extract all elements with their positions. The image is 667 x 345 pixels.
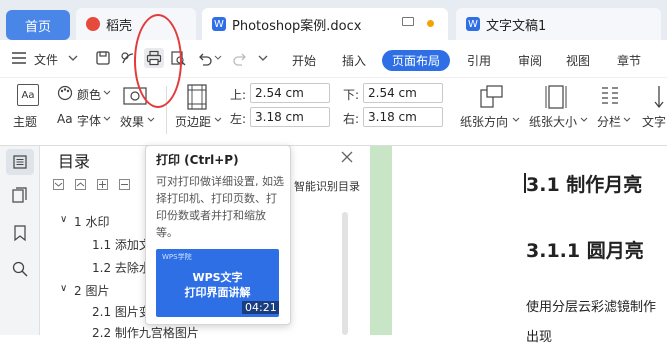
margins-icon[interactable] <box>186 84 208 110</box>
chevron-down-icon[interactable] <box>68 54 78 62</box>
writer-doc-icon: W <box>466 17 480 31</box>
paper-size-icon[interactable] <box>545 84 567 110</box>
smart-toc-label[interactable]: 智能识别目录 <box>280 178 360 194</box>
toc-scrollbar[interactable] <box>342 212 348 335</box>
effects-label[interactable]: 效果 <box>120 113 144 130</box>
palette-icon[interactable] <box>57 85 73 101</box>
color-dropdown-icon[interactable] <box>103 90 111 96</box>
columns-icon[interactable] <box>599 84 621 110</box>
tooltip-description: 可对打印做详细设置, 如选择打印机、打印页数、打印份数或者并打和缩放等。 <box>156 175 284 239</box>
save-icon[interactable] <box>95 50 111 66</box>
toc-item-nine-grid[interactable]: 2.2 制作九宫格图片 <box>92 324 199 341</box>
undo-dropdown-icon[interactable] <box>214 54 222 62</box>
margin-bottom-label: 下: <box>343 88 360 102</box>
margin-right-label: 右: <box>343 112 360 126</box>
tab-other-doc[interactable]: W 文字文稿1 <box>456 8 661 40</box>
margin-bottom-input[interactable]: 2.54 cm <box>363 83 443 103</box>
body-text-line[interactable]: 出现 <box>526 326 552 345</box>
menu-item-review[interactable]: 审阅 <box>518 52 542 69</box>
video-duration: 04:21 <box>242 301 279 314</box>
daoke-logo-icon <box>86 17 100 31</box>
add-toc-item-icon[interactable] <box>97 179 108 190</box>
tab-home-label: 首页 <box>24 19 51 35</box>
tab-active-doc[interactable]: W Photoshop案例.docx <box>202 8 448 40</box>
margin-right-input[interactable]: 3.18 cm <box>363 107 443 127</box>
bookmark-icon[interactable] <box>12 225 28 241</box>
orientation-icon[interactable] <box>478 84 504 110</box>
toc-item-add-text[interactable]: 1.1 添加文 <box>92 236 151 253</box>
theme-label[interactable]: 主题 <box>13 113 37 130</box>
paper-size-dropdown-icon[interactable] <box>580 117 588 123</box>
writer-doc-icon: W <box>212 17 226 31</box>
menu-item-references[interactable]: 引用 <box>467 52 491 69</box>
margin-top-label: 上: <box>230 88 247 102</box>
menu-item-start[interactable]: 开始 <box>292 52 316 69</box>
tab-bar: 首页 稻壳 W Photoshop案例.docx W 文字文稿1 <box>0 0 667 40</box>
tooltip-title: 打印 (Ctrl+P) <box>156 153 239 167</box>
toc-item-images[interactable]: 2 图片 <box>74 282 109 299</box>
text-direction-icon[interactable] <box>652 84 666 110</box>
menu-item-chapter[interactable]: 章节 <box>617 52 641 69</box>
margin-top-input[interactable]: 2.54 cm <box>250 83 330 103</box>
toc-title: 目录 <box>58 152 91 171</box>
text-direction-label[interactable]: 文字 <box>642 113 666 130</box>
redo-icon[interactable] <box>232 50 248 66</box>
columns-dropdown-icon[interactable] <box>623 117 631 123</box>
collapse-all-icon[interactable] <box>53 179 64 190</box>
toc-item-watermark[interactable]: 1 水印 <box>74 213 109 230</box>
video-title-line2: 打印界面讲解 <box>184 286 251 299</box>
toc-expander-icon[interactable]: ∨ <box>60 214 67 225</box>
color-label[interactable]: 颜色 <box>77 86 101 103</box>
hamburger-menu-icon[interactable] <box>12 52 26 64</box>
margin-left-input[interactable]: 3.18 cm <box>250 107 330 127</box>
margins-label[interactable]: 页边距 <box>175 113 211 130</box>
font-aa-icon[interactable]: Aa <box>57 112 73 126</box>
orientation-label[interactable]: 纸张方向 <box>460 113 508 130</box>
menu-item-insert[interactable]: 插入 <box>342 52 366 69</box>
theme-icon[interactable]: Aa <box>17 84 39 106</box>
video-brand: WPS学院 <box>162 253 192 261</box>
toc-item-image-change[interactable]: 2.1 图片变 <box>92 303 151 320</box>
remove-toc-item-icon[interactable] <box>119 179 130 190</box>
toc-expander-icon[interactable]: ∨ <box>60 283 67 294</box>
margin-left-label: 左: <box>230 112 247 126</box>
heading-1[interactable]: 3.1 制作月亮 <box>526 170 642 197</box>
columns-label[interactable]: 分栏 <box>597 113 621 130</box>
video-title-line1: WPS文字 <box>192 271 243 284</box>
toc-close-icon[interactable] <box>341 151 353 163</box>
menu-item-view[interactable]: 视图 <box>566 52 590 69</box>
tab-active-doc-label: Photoshop案例.docx <box>232 18 362 34</box>
expand-all-icon[interactable] <box>75 179 86 190</box>
toc-panel-icon[interactable] <box>6 149 34 175</box>
more-chevron-icon[interactable] <box>258 54 268 62</box>
font-dropdown-icon[interactable] <box>103 116 111 122</box>
annotation-circle <box>134 14 182 108</box>
paper-size-label[interactable]: 纸张大小 <box>529 113 577 130</box>
font-label[interactable]: 字体 <box>77 112 101 129</box>
menu-item-page-layout[interactable]: 页面布局 <box>382 50 451 71</box>
undo-icon[interactable] <box>197 50 213 66</box>
unsaved-dot-icon <box>427 20 434 27</box>
tab-other-doc-label: 文字文稿1 <box>486 18 547 34</box>
effects-dropdown-icon[interactable] <box>147 117 155 123</box>
tab-home[interactable]: 首页 <box>6 10 70 40</box>
search-icon[interactable] <box>12 261 28 277</box>
tab-daoke-label: 稻壳 <box>106 18 133 34</box>
body-text-line[interactable]: 使用分层云彩滤镜制作 <box>526 296 656 315</box>
monitor-icon[interactable] <box>402 17 414 26</box>
toc-item-remove-watermark[interactable]: 1.2 去除水 <box>92 259 151 276</box>
file-menu-label[interactable]: 文件 <box>34 51 58 68</box>
pages-panel-icon[interactable] <box>12 187 28 203</box>
heading-2[interactable]: 3.1.1 圆月亮 <box>526 236 644 263</box>
orientation-dropdown-icon[interactable] <box>512 117 520 123</box>
margins-dropdown-icon[interactable] <box>214 117 222 123</box>
tutorial-video-thumbnail[interactable]: WPS学院 WPS文字 打印界面讲解 04:21 <box>156 249 279 317</box>
